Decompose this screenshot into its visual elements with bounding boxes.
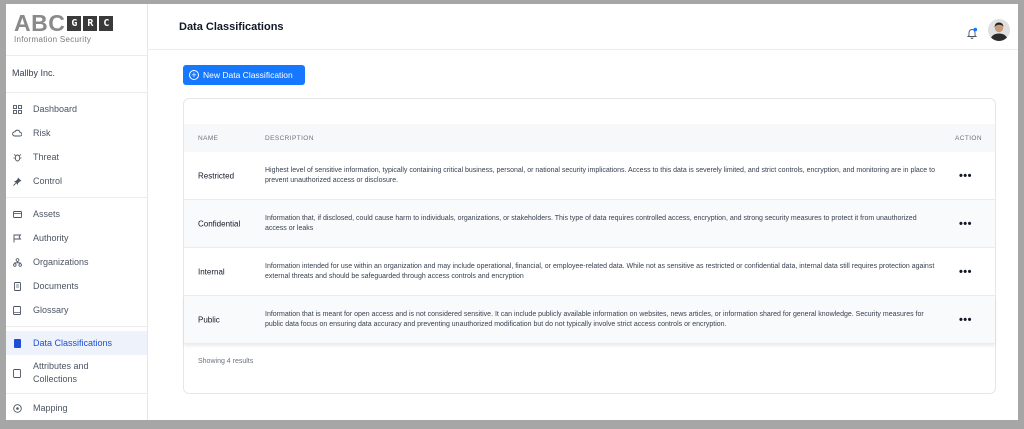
sidebar-item-dashboard[interactable]: Dashboard (6, 97, 147, 121)
grid-icon (12, 104, 22, 114)
logo-box-c: C (99, 15, 114, 31)
logo[interactable]: ABC G R C Information Security (6, 4, 147, 56)
sidebar-item-documents[interactable]: Documents (6, 274, 147, 298)
logo-box-g: G (67, 15, 82, 31)
org-icon (12, 257, 22, 267)
sidebar-item-label: Attributes and (33, 361, 89, 371)
sidebar-item-label: Organizations (33, 257, 89, 267)
row-name: Public (198, 315, 220, 324)
sidebar-item-label: Authority (33, 233, 69, 243)
sidebar: ABC G R C Information Security Mallby In… (6, 4, 148, 420)
plus-circle-icon: + (189, 70, 199, 80)
table-header: NAME DESCRIPTION ACTION (184, 124, 995, 152)
sidebar-item-label: Mapping (33, 403, 68, 413)
briefcase-icon (12, 209, 22, 219)
sidebar-divider (6, 393, 147, 394)
app-window: ABC G R C Information Security Mallby In… (6, 4, 1018, 420)
page-title: Data Classifications (179, 20, 284, 33)
sidebar-item-organizations[interactable]: Organizations (6, 250, 147, 274)
pin-icon (12, 176, 22, 186)
bug-icon (12, 152, 22, 162)
more-actions-icon[interactable]: ••• (959, 170, 972, 182)
target-icon (12, 403, 22, 413)
table-row[interactable]: Internal Information intended for use wi… (184, 248, 995, 296)
org-name[interactable]: Mallby Inc. (6, 56, 147, 93)
sidebar-item-risk[interactable]: Risk (6, 121, 147, 145)
sidebar-item-label: Data Classifications (33, 338, 113, 348)
row-name: Restricted (198, 171, 235, 180)
sidebar-item-label: Control (33, 176, 63, 186)
row-description: Information that, if disclosed, could ca… (265, 214, 917, 232)
row-name: Internal (198, 267, 225, 276)
sidebar-item-label: Risk (33, 128, 51, 138)
table-row[interactable]: Confidential Information that, if disclo… (184, 200, 995, 248)
sidebar-item-mapping[interactable]: Mapping (6, 396, 147, 420)
table-row[interactable]: Restricted Highest level of sensitive in… (184, 152, 995, 200)
sidebar-item-label: Documents (33, 281, 79, 291)
sidebar-divider (6, 326, 147, 327)
sidebar-nav-secondary: Assets Authority Organizations Documents (6, 202, 147, 322)
more-actions-icon[interactable]: ••• (959, 218, 972, 230)
sidebar-divider (6, 197, 147, 198)
cloud-icon (12, 128, 22, 138)
results-count: Showing 4 results (198, 358, 254, 365)
sidebar-nav-data: Data Classifications Attributes and Coll… (6, 331, 147, 391)
bookmark-icon (12, 338, 22, 348)
row-description: Highest level of sensitive information, … (265, 166, 935, 184)
document-icon (12, 281, 22, 291)
column-header-name[interactable]: NAME (198, 135, 218, 142)
sidebar-item-threat[interactable]: Threat (6, 145, 147, 169)
tag-icon (12, 368, 22, 378)
row-description: Information intended for use within an o… (265, 262, 935, 280)
logo-text: ABC (14, 10, 66, 36)
column-header-action: ACTION (955, 135, 982, 142)
sidebar-item-authority[interactable]: Authority (6, 226, 147, 250)
main-content: Data Classifications + New Data Classifi… (148, 4, 1018, 420)
more-actions-icon[interactable]: ••• (959, 314, 972, 326)
sidebar-nav: Dashboard Risk Threat Control (6, 97, 147, 193)
sidebar-item-label: Assets (33, 209, 61, 219)
sidebar-nav-mapping: Mapping (6, 396, 147, 420)
bell-icon[interactable] (966, 26, 978, 39)
sidebar-item-assets[interactable]: Assets (6, 202, 147, 226)
row-description: Information that is meant for open acces… (265, 310, 924, 328)
header: Data Classifications (148, 4, 1018, 50)
sidebar-item-label-line2: Collections (33, 374, 78, 384)
column-header-description[interactable]: DESCRIPTION (265, 135, 314, 142)
avatar[interactable] (988, 19, 1010, 41)
sidebar-item-data-classifications[interactable]: Data Classifications (6, 331, 147, 355)
logo-box-r: R (83, 15, 98, 31)
sidebar-item-attributes-collections[interactable]: Attributes and Collections (6, 355, 147, 391)
row-name: Confidential (198, 219, 241, 228)
sidebar-item-label: Threat (33, 152, 60, 162)
sidebar-item-glossary[interactable]: Glossary (6, 298, 147, 322)
table-row[interactable]: Public Information that is meant for ope… (184, 296, 995, 344)
new-data-classification-button[interactable]: + New Data Classification (183, 65, 305, 85)
sidebar-item-label: Glossary (33, 305, 69, 315)
classifications-table-card: NAME DESCRIPTION ACTION Restricted Highe… (183, 98, 996, 394)
flag-icon (12, 233, 22, 243)
new-button-label: New Data Classification (203, 70, 293, 80)
logo-subtitle: Information Security (14, 35, 92, 44)
sidebar-item-control[interactable]: Control (6, 169, 147, 193)
more-actions-icon[interactable]: ••• (959, 266, 972, 278)
sidebar-item-label: Dashboard (33, 104, 78, 114)
book-icon (12, 305, 22, 315)
